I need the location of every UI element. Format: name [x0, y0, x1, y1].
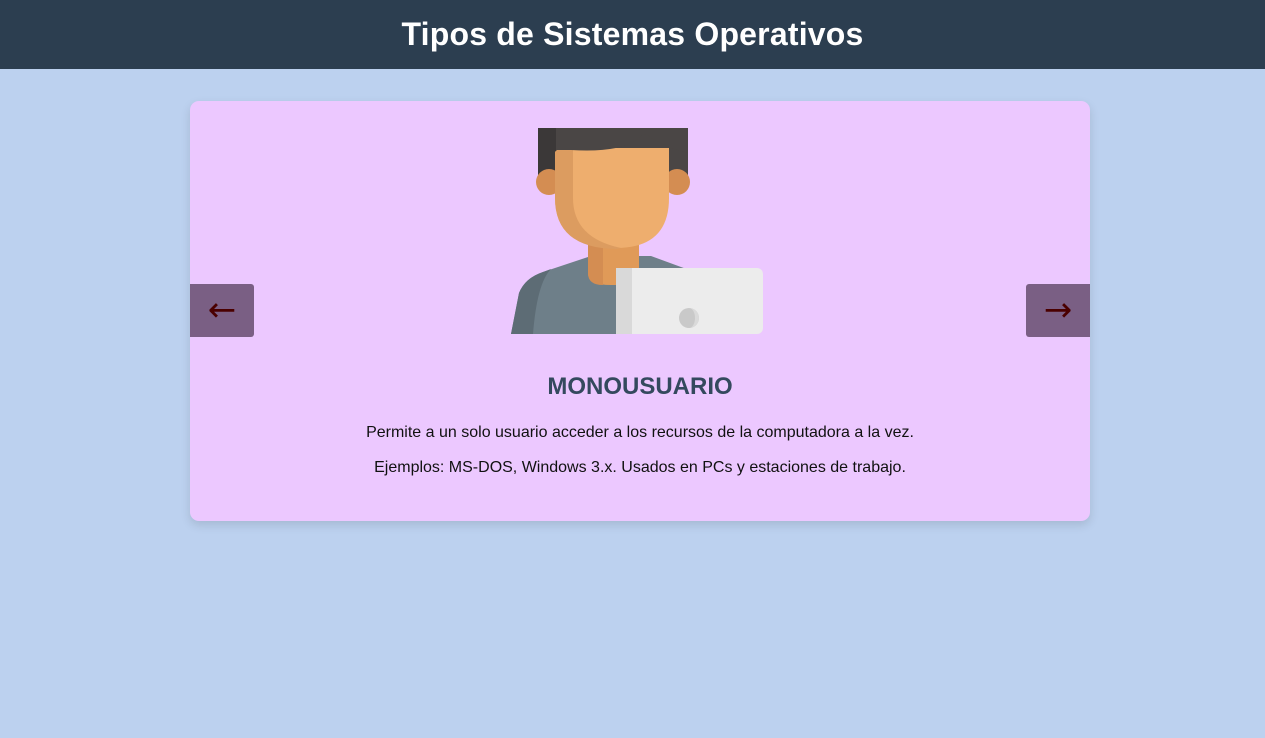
- arrow-left-icon: ←: [207, 290, 237, 330]
- slide-description: Permite a un solo usuario acceder a los …: [366, 424, 914, 441]
- user-with-laptop-icon: [511, 128, 763, 334]
- prev-slide-button[interactable]: ←: [190, 284, 254, 337]
- page-header: Tipos de Sistemas Operativos: [0, 0, 1265, 69]
- slide-examples: Ejemplos: MS-DOS, Windows 3.x. Usados en…: [374, 459, 906, 476]
- page-title: Tipos de Sistemas Operativos: [401, 16, 864, 52]
- next-slide-button[interactable]: →: [1026, 284, 1090, 337]
- arrow-right-icon: →: [1043, 290, 1073, 330]
- slide-title: MONOUSUARIO: [547, 373, 733, 400]
- carousel-slide: ← → MONOUSUARIO Permite a un solo usuari…: [190, 101, 1090, 521]
